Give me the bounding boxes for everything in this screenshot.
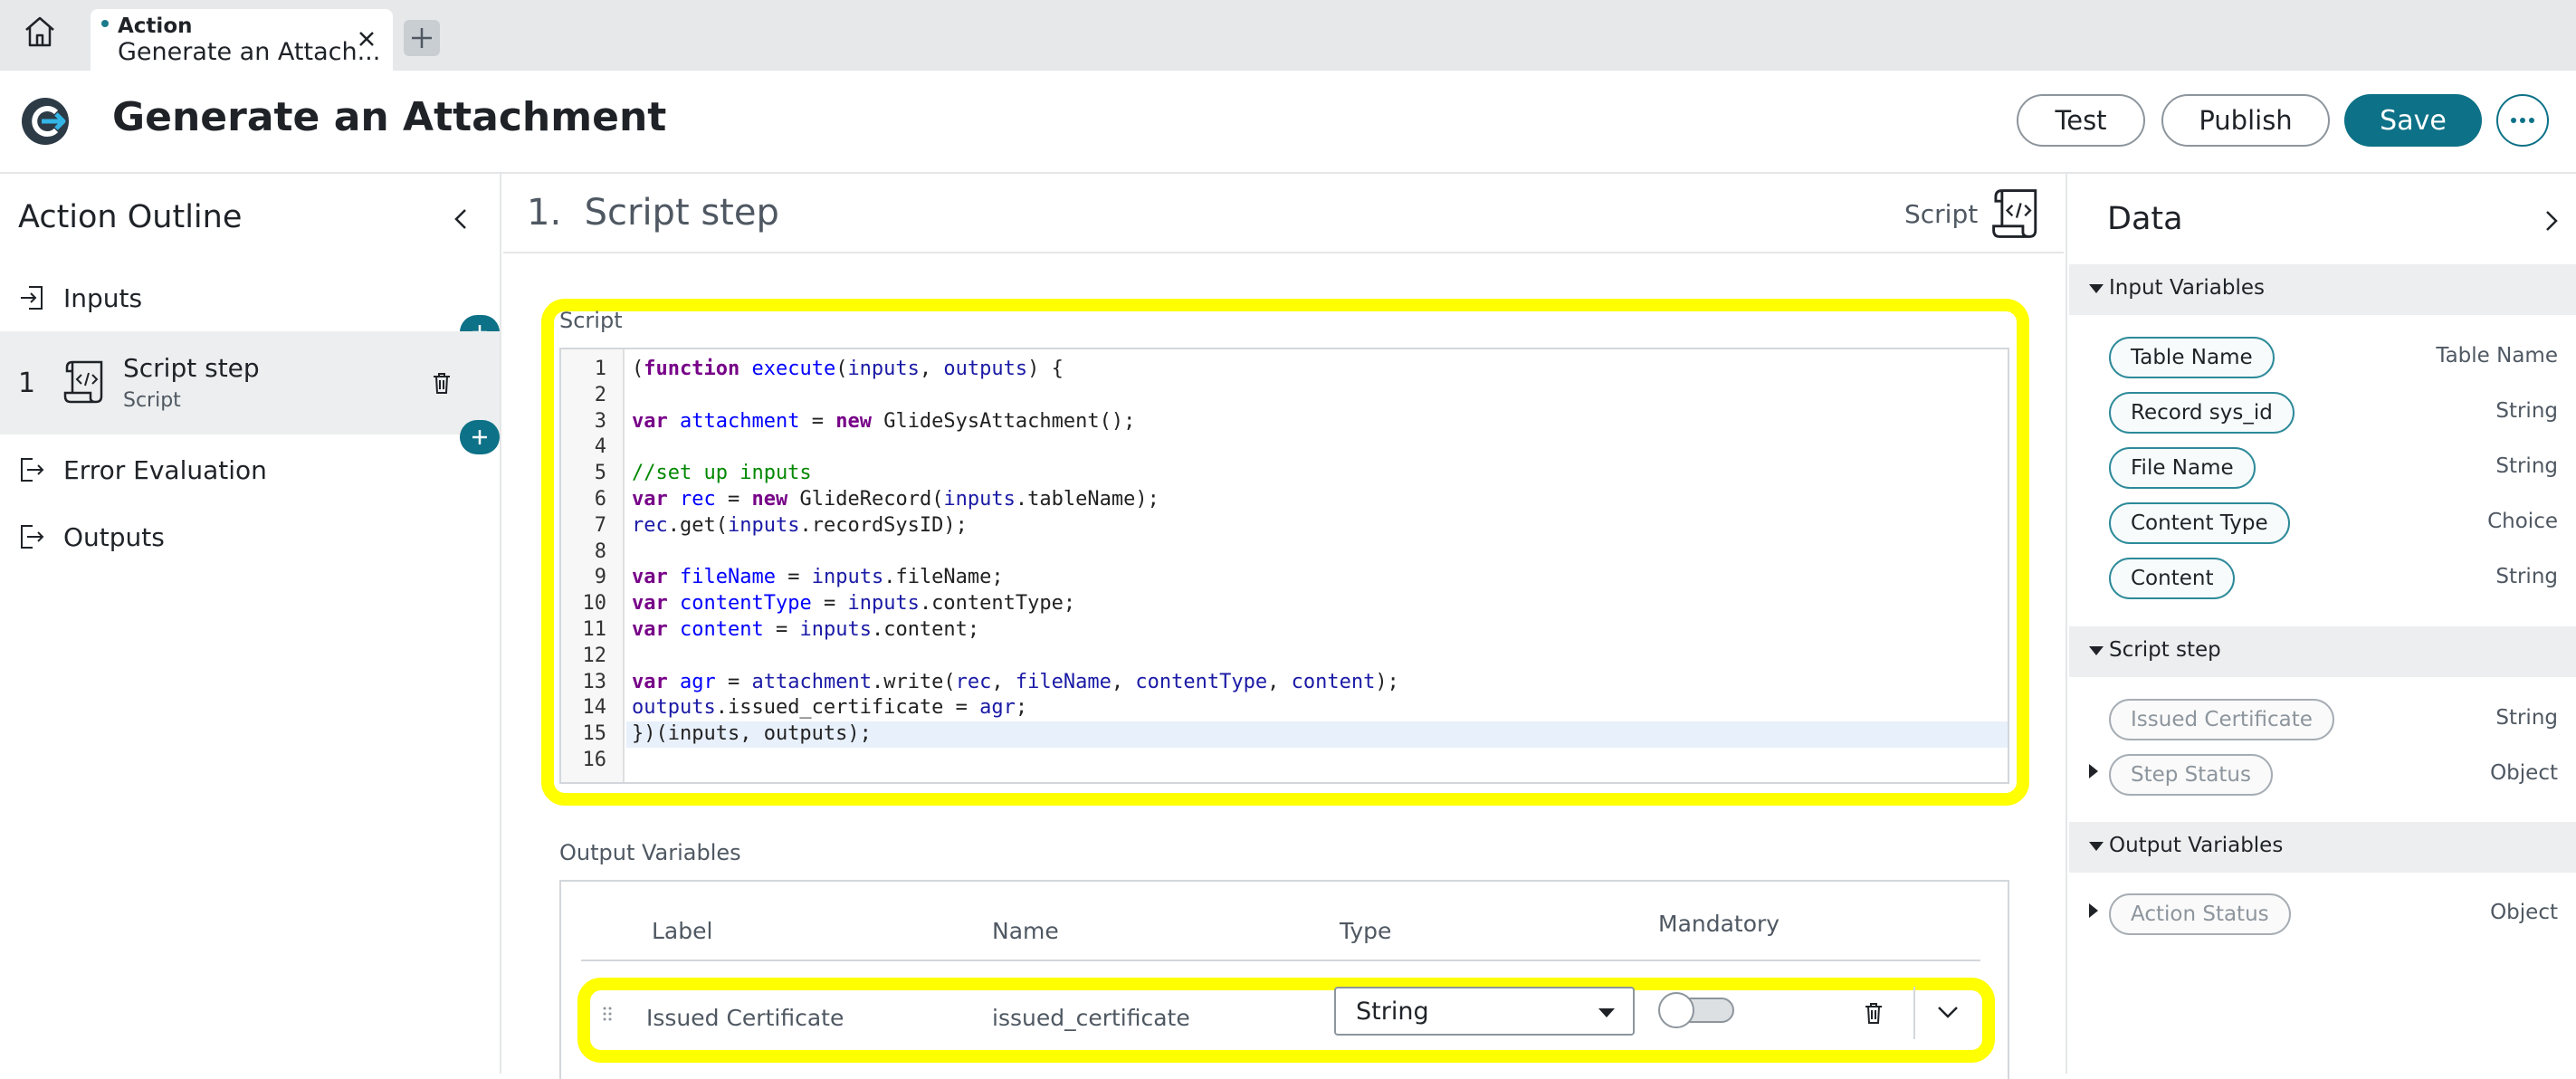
script-label: Script [559,308,623,333]
outline-item-label: Inputs [63,282,143,313]
tab-close-button[interactable] [355,27,378,51]
step-name: Script step [123,353,260,383]
code-content[interactable]: (function execute(inputs, outputs) { var… [626,357,2008,774]
output-icon [21,458,44,482]
action-outline-panel: Action Outline Inputs 1 Script step Scri… [0,174,501,1074]
caret-down-icon [2089,646,2104,655]
caret-down-icon [2089,284,2104,293]
outline-item-outputs[interactable]: Outputs [0,505,500,568]
plus-icon [412,28,432,48]
step-number: 1 [18,368,36,399]
data-pill-file-name[interactable]: File Name [2109,447,2256,489]
tab-type-label: Action [118,14,193,38]
caret-down-icon [2089,842,2104,851]
column-header-name: Name [992,918,1059,944]
close-icon [359,32,374,46]
line-numbers: 1234 5678 9 10 11 12 13 14 15 16 [561,349,625,782]
data-pill-table-name[interactable]: Table Name [2109,337,2275,378]
data-type: String [2495,565,2558,588]
chevron-left-icon[interactable] [449,206,474,232]
section-title: Input Variables [2109,276,2265,300]
output-icon [21,525,44,549]
section-title: Output Variables [2109,834,2284,857]
caret-down-icon [1598,1008,1615,1017]
outline-title: Action Outline [18,199,243,235]
step-header: 1. Script step Script [503,174,2064,253]
step-type: Script [123,389,181,412]
column-header-type: Type [1340,918,1392,944]
data-pill-action-status[interactable]: Action Status [2109,893,2291,935]
data-type: Table Name [2436,344,2558,368]
output-variables-label: Output Variables [559,840,741,865]
output-name-value[interactable]: issued_certificate [992,1005,1190,1031]
data-type: String [2495,399,2558,423]
data-pill-step-status[interactable]: Step Status [2109,754,2273,796]
more-horizontal-icon [2511,118,2534,123]
outline-item-inputs[interactable]: Inputs [0,266,500,329]
save-button[interactable]: Save [2344,94,2482,147]
data-panel-title: Data [2107,201,2183,237]
tab-strip: Action Generate an Attach... [0,0,2576,71]
toggle-knob [1658,992,1694,1028]
output-label-value[interactable]: Issued Certificate [646,1005,844,1031]
publish-button[interactable]: Publish [2161,94,2330,147]
data-pill-content[interactable]: Content [2109,558,2236,599]
code-editor[interactable]: 1234 5678 9 10 11 12 13 14 15 16 (function exe… [559,348,2009,784]
tab-action[interactable]: Action Generate an Attach... [91,9,393,71]
data-type: Choice [2487,510,2558,533]
home-icon [25,16,54,47]
trash-icon[interactable] [1863,1001,1884,1025]
outline-item-error-evaluation[interactable]: Error Evaluation [0,438,500,501]
drag-handle-icon[interactable] [603,1007,612,1021]
step-type-label: Script [1904,199,1979,229]
home-button[interactable] [0,0,80,63]
input-icon [21,286,43,310]
more-actions-button[interactable] [2496,94,2549,147]
outline-item-label: Error Evaluation [63,454,267,485]
section-output-variables[interactable]: Output Variables [2069,822,2576,873]
outline-item-script-step[interactable]: 1 Script step Script [0,331,500,434]
data-type: String [2495,454,2558,478]
new-tab-button[interactable] [404,20,440,56]
app-header: Generate an Attachment Test Publish Save [0,71,2576,174]
trash-icon[interactable] [431,371,453,395]
tab-title: Generate an Attach... [118,38,381,66]
script-scroll-icon [1992,189,2037,238]
unsaved-dot [101,20,109,27]
script-scroll-icon [63,360,103,404]
section-title: Script step [2109,638,2221,662]
section-input-variables[interactable]: Input Variables [2069,264,2576,315]
type-select[interactable]: String [1334,987,1635,1036]
data-pill-record-sys-id[interactable]: Record sys_id [2109,392,2295,434]
caret-right-icon[interactable] [2089,903,2098,918]
mandatory-toggle[interactable] [1658,992,1738,1028]
test-button[interactable]: Test [2017,94,2145,147]
chevron-down-icon[interactable] [1937,1005,1959,1019]
step-title: 1. Script step [527,192,779,234]
divider [581,960,1980,961]
step-editor: 1. Script step Script Script 1234 5678 9… [503,174,2064,1079]
caret-right-icon[interactable] [2089,764,2098,778]
data-type: Object [2490,901,2558,924]
flow-designer-logo-icon [22,98,69,145]
column-header-mandatory: Mandatory [1658,911,1780,937]
column-header-label: Label [652,918,713,944]
type-select-value: String [1356,998,1429,1026]
page-title: Generate an Attachment [112,94,667,140]
data-pill-issued-certificate[interactable]: Issued Certificate [2109,699,2334,740]
section-script-step[interactable]: Script step [2069,626,2576,677]
chevron-right-icon[interactable] [2538,208,2563,234]
divider [1913,987,1915,1039]
data-type: Object [2490,761,2558,785]
data-type: String [2495,706,2558,730]
data-panel: Data Input Variables Table Name Table Na… [2066,174,2576,1074]
data-pill-content-type[interactable]: Content Type [2109,502,2290,544]
outline-item-label: Outputs [63,521,165,552]
